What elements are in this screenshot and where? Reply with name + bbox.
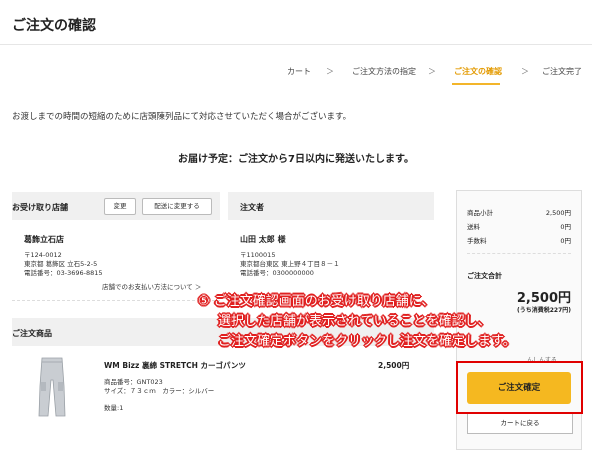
step-order-method: ご注文方法の指定: [352, 67, 416, 76]
summary-label: 手数料: [467, 237, 487, 245]
step-cart[interactable]: カート: [287, 66, 311, 77]
orderer-panel: 注文者 山田 太郎 様 〒1100015 東京都台東区 東上野４丁目８－１ 電話…: [228, 192, 434, 292]
instruction-annotation: ⑤ ご注文確認画面のお受け取り店舗に、 選択した店舗が表示されていることを確認し…: [198, 292, 516, 352]
product-code: 商品番号：GNT023: [104, 378, 163, 386]
step-active-underline: [452, 83, 500, 85]
page-title: ご注文の確認: [12, 18, 96, 34]
orderer-address: 東京都台東区 東上野４丁目８－１: [240, 260, 340, 268]
switch-to-delivery-button[interactable]: 配送に変更する: [142, 198, 212, 215]
step-complete: ご注文完了: [542, 67, 582, 76]
store-name: 葛飾立石店: [24, 235, 64, 244]
orderer-heading: 注文者: [240, 203, 264, 212]
summary-value: 2,500円: [545, 209, 571, 217]
step-separator: ＞: [428, 67, 436, 76]
delivery-estimate: お届け予定：ご注文から7日以内に発送いたします。: [178, 154, 414, 165]
checkout-steps: カート ＞ ご注文方法の指定 ＞ ご注文の確認 ＞ ご注文完了: [0, 66, 592, 86]
pickup-store-heading: お受け取り店舗: [12, 203, 68, 212]
store-phone: 電話番号：03-3696-8815: [24, 269, 103, 277]
summary-label: 商品小計: [467, 209, 493, 217]
change-store-button[interactable]: 変更: [104, 198, 136, 215]
total-value: 2,500円: [516, 291, 571, 306]
product-variant: サイズ：７３ｃｍ カラー：シルバー: [104, 387, 215, 395]
tax-note: (うち消費税227円): [516, 307, 571, 314]
header-divider: [0, 44, 592, 45]
pickup-store-panel: お受け取り店舗 変更 配送に変更する 葛飾立石店 〒124-0012 東京都 葛…: [12, 192, 220, 304]
orderer-postal: 〒1100015: [240, 251, 276, 259]
annotation-line: ご注文確定ボタンをクリックし注文を確定します。: [218, 334, 516, 349]
product-quantity: 数量:1: [104, 404, 124, 412]
panel-divider: [12, 300, 220, 301]
product-name: WM Bizz 裏綿 STRETCH カーゴパンツ: [104, 361, 246, 370]
notice-text: お渡しまでの時間の短縮のために店頭陳列品にて対応させていただく場合がございます。: [12, 112, 352, 122]
back-to-cart-button[interactable]: カートに戻る: [467, 412, 573, 434]
summary-row-shipping: 送料 0円: [467, 221, 571, 231]
orderer-name: 山田 太郎 様: [240, 235, 286, 244]
orderer-phone: 電話番号：0300000000: [240, 269, 314, 277]
products-heading: ご注文商品: [12, 329, 52, 338]
confirm-button-highlight: [456, 361, 583, 414]
total-label: ご注文合計: [467, 272, 502, 280]
annotation-line: ⑤ ご注文確認画面のお受け取り店舗に、: [198, 294, 435, 309]
product-image: [34, 356, 70, 418]
step-confirm: ご注文の確認: [454, 67, 502, 76]
summary-label: 送料: [467, 223, 480, 231]
product-price: 2,500円: [378, 361, 410, 370]
store-payment-link[interactable]: 店舗でのお支払い方法について ＞: [102, 283, 201, 292]
store-address: 東京都 葛飾区 立石5-2-5: [24, 260, 98, 268]
summary-value: 0円: [560, 223, 571, 231]
summary-row-subtotal: 商品小計 2,500円: [467, 207, 571, 217]
summary-value: 0円: [560, 237, 571, 245]
step-separator: ＞: [521, 67, 529, 76]
summary-row-fee: 手数料 0円: [467, 235, 571, 245]
store-postal: 〒124-0012: [24, 251, 62, 259]
annotation-line: 選択した店舗が表示されていることを確認し、: [218, 314, 491, 329]
step-separator: ＞: [326, 67, 334, 76]
summary-divider: [467, 253, 571, 254]
